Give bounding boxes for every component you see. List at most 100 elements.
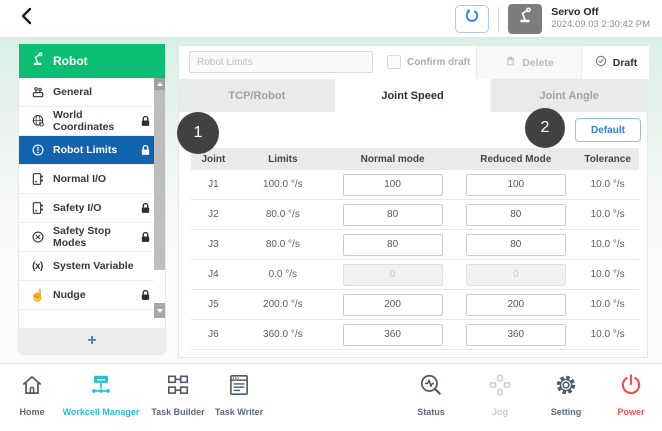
nav-power[interactable]: Power xyxy=(605,372,657,417)
joint-label: J1 xyxy=(191,179,236,190)
reduced-mode-input xyxy=(466,264,566,286)
power-reset-icon xyxy=(463,7,481,30)
nav-label: Home xyxy=(19,407,44,417)
nav-home[interactable]: Home xyxy=(6,372,58,417)
tolerance-value: 10.0 °/s xyxy=(576,269,639,280)
normal-mode-input xyxy=(343,264,443,286)
normal-mode-input[interactable] xyxy=(343,174,443,196)
table-row-j3: J3 80.0 °/s 10.0 °/s xyxy=(191,230,639,260)
triangle-up-icon xyxy=(157,82,163,86)
reduced-mode-input[interactable] xyxy=(466,174,566,196)
lock-icon xyxy=(140,289,151,301)
nav-label: Task Writer xyxy=(215,407,263,417)
io-port-icon xyxy=(29,171,46,188)
reduced-mode-input[interactable] xyxy=(466,204,566,226)
column-header-normal-mode: Normal mode xyxy=(330,154,455,165)
stop-circle-icon xyxy=(29,229,46,246)
draft-label: Draft xyxy=(613,57,638,69)
limits-value: 80.0 °/s xyxy=(236,209,330,220)
sidebar-item-world-coordinates[interactable]: World Coordinates xyxy=(19,107,165,136)
normal-mode-input[interactable] xyxy=(343,204,443,226)
tab-joint-speed[interactable]: Joint Speed xyxy=(335,79,491,112)
joint-label: J2 xyxy=(191,209,236,220)
tolerance-value: 10.0 °/s xyxy=(576,179,639,190)
sidebar-item-general[interactable]: General xyxy=(19,78,165,107)
sidebar-item-robot-limits[interactable]: Robot Limits xyxy=(19,136,165,165)
top-right-cluster: Servo Off 2024.09.03 2:30:42 PM xyxy=(455,4,650,34)
joint-speed-table: Joint Limits Normal mode Reduced Mode To… xyxy=(191,148,639,350)
tab-joint-angle[interactable]: Joint Angle xyxy=(490,79,647,112)
sidebar-item-label: Normal I/O xyxy=(53,173,106,185)
sidebar-item-label: General xyxy=(53,86,92,98)
task-writer-icon xyxy=(226,372,252,403)
item-name-input[interactable] xyxy=(189,51,373,73)
tab-label: Joint Speed xyxy=(381,90,443,102)
gear-icon xyxy=(553,372,579,403)
tab-tcp-robot[interactable]: TCP/Robot xyxy=(179,79,335,112)
sidebar-item-nudge[interactable]: ☝ Nudge xyxy=(19,281,165,310)
column-header-reduced-mode: Reduced Mode xyxy=(455,154,576,165)
nav-setting[interactable]: Setting xyxy=(537,372,595,417)
nav-label: Task Builder xyxy=(151,407,204,417)
nav-jog: Jog xyxy=(476,372,524,417)
robot-arm-icon xyxy=(29,51,46,71)
nav-task-writer[interactable]: Task Writer xyxy=(208,372,270,417)
reduced-mode-input[interactable] xyxy=(466,234,566,256)
default-button-label: Default xyxy=(591,125,625,136)
reduced-mode-input[interactable] xyxy=(466,294,566,316)
nav-label: Setting xyxy=(551,407,582,417)
variable-icon: (x) xyxy=(29,258,46,275)
joint-label: J4 xyxy=(191,269,236,280)
column-header-limits: Limits xyxy=(236,154,330,165)
sidebar-item-safety-stop-modes[interactable]: Safety Stop Modes xyxy=(19,223,165,252)
nav-label: Status xyxy=(417,407,445,417)
normal-mode-input[interactable] xyxy=(343,234,443,256)
globe-icon xyxy=(29,113,46,130)
io-port-icon xyxy=(29,200,46,217)
robot-arm-icon xyxy=(515,6,535,31)
nav-status[interactable]: Status xyxy=(402,372,460,417)
sidebar-item-system-variable[interactable]: (x) System Variable xyxy=(19,252,165,281)
jog-dpad-icon xyxy=(487,372,513,403)
servo-status-text: Servo Off xyxy=(551,6,650,19)
tab-label: Joint Angle xyxy=(539,90,598,102)
limits-value: 360.0 °/s xyxy=(236,329,330,340)
triangle-down-icon xyxy=(157,309,163,313)
workcell-manager-icon xyxy=(88,372,114,403)
add-workcell-item-button[interactable]: + xyxy=(19,328,165,354)
nav-workcell-manager[interactable]: Workcell Manager xyxy=(58,372,144,417)
nav-label: Power xyxy=(617,407,644,417)
robot-status-chip xyxy=(508,4,542,34)
draft-button[interactable]: Draft xyxy=(581,46,649,79)
bottom-nav-bar: Home Workcell Manager Task Builder Task … xyxy=(0,363,662,431)
tolerance-value: 10.0 °/s xyxy=(576,239,639,250)
nudge-hand-icon: ☝ xyxy=(29,287,46,304)
limits-value: 0.0 °/s xyxy=(236,269,330,280)
sidebar-item-normal-io[interactable]: Normal I/O xyxy=(19,165,165,194)
sidebar-item-label: World Coordinates xyxy=(53,109,133,133)
scroll-up-button[interactable] xyxy=(154,78,165,90)
annotation-badge-2: 2 xyxy=(525,108,565,148)
servo-reset-button[interactable] xyxy=(455,5,489,33)
sidebar-item-safety-io[interactable]: Safety I/O xyxy=(19,194,165,223)
top-bar: Servo Off 2024.09.03 2:30:42 PM xyxy=(0,0,662,38)
delete-button[interactable]: Delete xyxy=(476,46,581,79)
scroll-down-button[interactable] xyxy=(154,303,165,318)
status-monitor-icon xyxy=(418,372,444,403)
default-button[interactable]: Default xyxy=(575,118,641,142)
nav-task-builder[interactable]: Task Builder xyxy=(146,372,210,417)
table-row-j5: J5 200.0 °/s 10.0 °/s xyxy=(191,290,639,320)
chevron-left-icon xyxy=(17,5,37,32)
reduced-mode-input[interactable] xyxy=(466,324,566,346)
scrollbar-thumb[interactable] xyxy=(154,90,165,270)
back-button[interactable] xyxy=(12,4,42,34)
table-row-j4: J4 0.0 °/s 10.0 °/s xyxy=(191,260,639,290)
confirm-draft-checkbox[interactable] xyxy=(387,55,401,69)
sidebar-header-robot[interactable]: Robot xyxy=(19,44,165,78)
limits-value: 100.0 °/s xyxy=(236,179,330,190)
sidebar-scrollbar[interactable] xyxy=(154,78,165,319)
sidebar-item-label: Robot Limits xyxy=(53,144,117,156)
normal-mode-input[interactable] xyxy=(343,294,443,316)
joint-label: J5 xyxy=(191,299,236,310)
normal-mode-input[interactable] xyxy=(343,324,443,346)
